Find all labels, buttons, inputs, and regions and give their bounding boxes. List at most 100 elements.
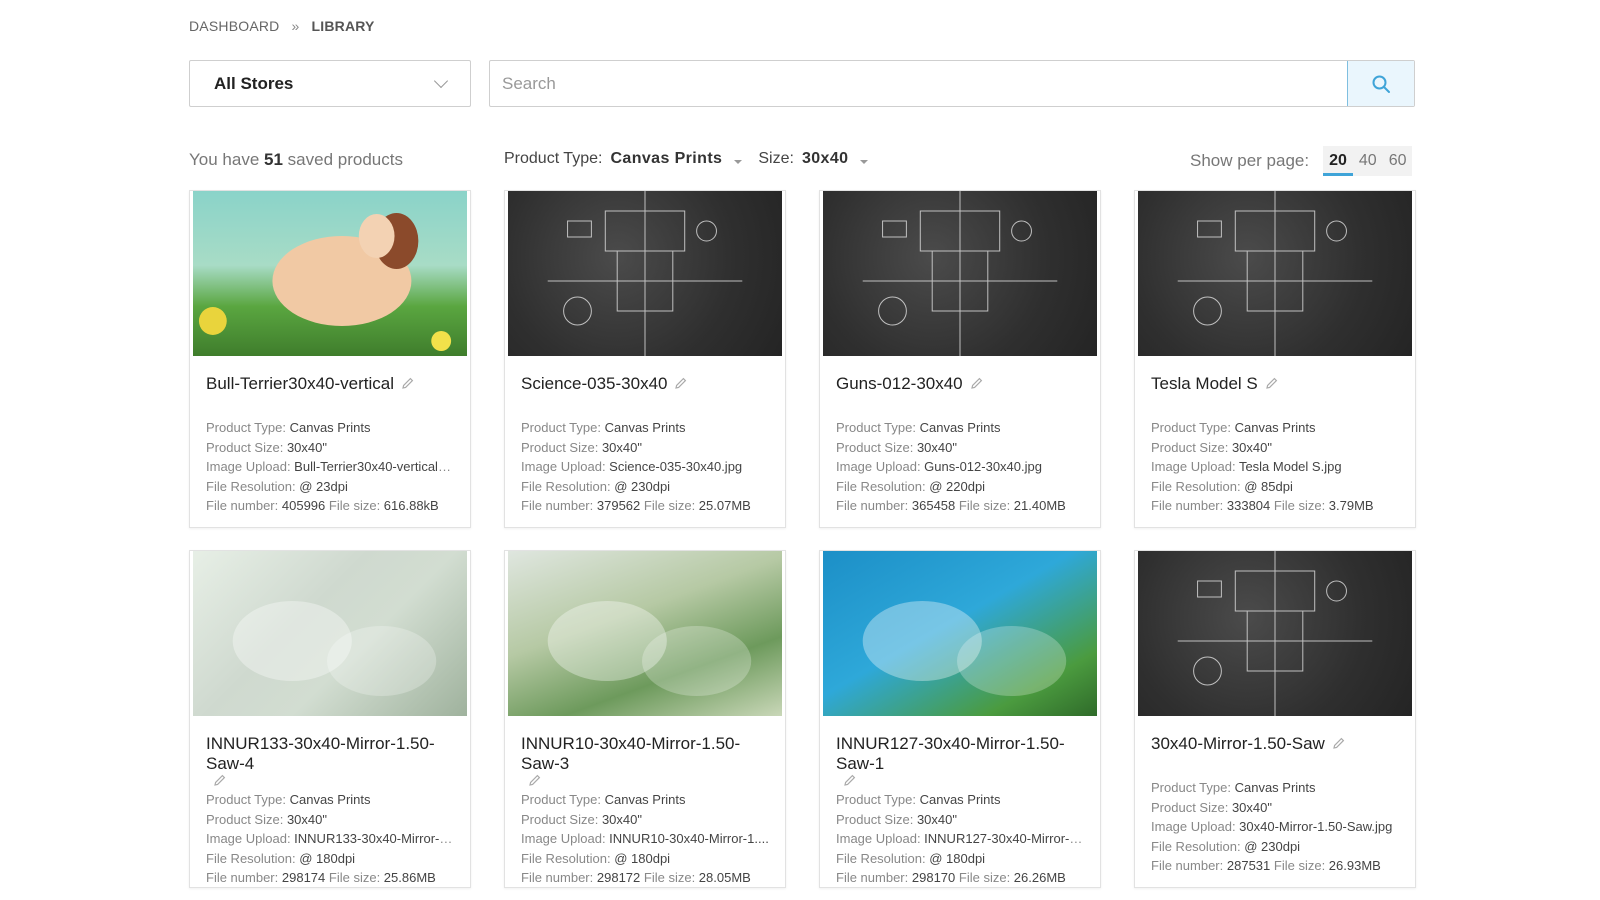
detail-filesize-label: File size: <box>1273 498 1329 513</box>
product-thumbnail[interactable] <box>505 551 785 716</box>
detail-type-label: Product Type: <box>836 420 920 435</box>
search-button[interactable] <box>1347 61 1414 106</box>
detail-upload: Image Upload: INNUR127-30x40-Mirror-1... <box>836 829 1084 849</box>
product-thumbnail[interactable] <box>1135 551 1415 716</box>
detail-resolution-label: File Resolution: <box>836 850 930 866</box>
product-image <box>508 191 782 356</box>
product-card[interactable]: Guns-012-30x40 Product Type: Canvas Prin… <box>819 190 1101 528</box>
product-title: INNUR10-30x40-Mirror-1.50-Saw-3 <box>521 734 741 773</box>
chevron-down-icon <box>433 73 449 88</box>
product-card[interactable]: INNUR133-30x40-Mirror-1.50-Saw-4 Product… <box>189 550 471 888</box>
store-select[interactable]: All Stores <box>189 60 471 107</box>
store-select-value: All Stores <box>214 73 294 93</box>
product-details: Product Type: Canvas Prints Product Size… <box>521 790 769 888</box>
product-title: INNUR133-30x40-Mirror-1.50-Saw-4 <box>206 734 435 773</box>
detail-upload-value: INNUR127-30x40-Mirror-1... <box>924 831 1084 846</box>
detail-resolution: File Resolution: @ 220dpi <box>836 477 1084 497</box>
detail-filesize-value: 3.79MB <box>1328 498 1374 513</box>
edit-pencil-icon[interactable] <box>970 377 983 389</box>
detail-type: Product Type: Canvas Prints <box>206 790 454 810</box>
product-name: Guns-012-30x40 <box>836 374 1084 394</box>
product-card[interactable]: INNUR10-30x40-Mirror-1.50-Saw-3 Product … <box>504 550 786 888</box>
detail-number-label: File number: <box>206 870 282 885</box>
product-card[interactable]: Science-035-30x40 Product Type: Canvas P… <box>504 190 786 528</box>
search-input[interactable] <box>490 61 1347 106</box>
detail-upload-value: Guns-012-30x40.jpg <box>924 459 1042 474</box>
detail-size-value: 30x40" <box>286 811 327 827</box>
detail-resolution: File Resolution: @ 23dpi <box>206 477 454 497</box>
detail-type: Product Type: Canvas Prints <box>206 418 454 438</box>
product-image <box>1138 191 1412 356</box>
product-thumbnail[interactable] <box>505 191 785 356</box>
detail-filesize-value: 26.93MB <box>1328 858 1381 873</box>
size-value: 30x40 <box>801 150 849 167</box>
detail-upload-value: Science-035-30x40.jpg <box>609 459 743 474</box>
product-grid: Bull-Terrier30x40-vertical Product Type:… <box>189 190 1416 888</box>
product-name: Science-035-30x40 <box>521 374 769 394</box>
edit-pencil-icon[interactable] <box>1333 737 1345 749</box>
detail-filesize-label: File size: <box>643 498 699 513</box>
detail-size-label: Product Size: <box>521 811 602 827</box>
detail-resolution-label: File Resolution: <box>521 478 615 494</box>
product-card[interactable]: 30x40-Mirror-1.50-Saw Product Type: Canv… <box>1134 550 1416 888</box>
detail-upload-value: Tesla Model S.jpg <box>1238 459 1342 474</box>
edit-pencil-icon[interactable] <box>675 377 687 389</box>
detail-size-label: Product Size: <box>1151 439 1232 455</box>
detail-resolution-label: File Resolution: <box>206 478 300 494</box>
detail-upload-value: Bull-Terrier30x40-vertical.j... <box>294 459 454 474</box>
detail-size-value: 30x40" <box>601 811 642 827</box>
edit-pencil-icon[interactable] <box>529 774 541 786</box>
detail-number-value: 333804 <box>1226 498 1271 513</box>
detail-upload: Image Upload: INNUR10-30x40-Mirror-1.... <box>521 829 769 849</box>
detail-size-label: Product Size: <box>206 439 287 455</box>
detail-size-label: Product Size: <box>1151 799 1232 815</box>
detail-number-label: File number: <box>1151 858 1227 873</box>
detail-size-value: 30x40" <box>1231 799 1272 815</box>
detail-size-value: 30x40" <box>1231 439 1272 455</box>
detail-number-value: 287531 <box>1226 858 1271 873</box>
edit-pencil-icon[interactable] <box>844 774 856 786</box>
product-card[interactable]: INNUR127-30x40-Mirror-1.50-Saw-1 Product… <box>819 550 1101 888</box>
edit-pencil-icon[interactable] <box>1265 377 1278 389</box>
product-details: Product Type: Canvas Prints Product Size… <box>836 418 1084 516</box>
per-page-option-60[interactable]: 60 <box>1383 146 1413 176</box>
caret-down-icon <box>860 160 869 164</box>
product-card[interactable]: Tesla Model S Product Type: Canvas Print… <box>1134 190 1416 528</box>
per-page-option-40[interactable]: 40 <box>1353 146 1383 176</box>
product-thumbnail[interactable] <box>190 551 470 716</box>
detail-resolution-value: @ 180dpi <box>929 850 986 866</box>
detail-type-value: Canvas Prints <box>1234 420 1316 435</box>
product-thumbnail[interactable] <box>820 191 1100 356</box>
detail-number-value: 379562 <box>596 498 641 513</box>
detail-filesize-label: File size: <box>328 870 384 885</box>
detail-type-label: Product Type: <box>206 420 290 435</box>
caret-down-icon <box>734 160 743 164</box>
summary-prefix: You have <box>189 150 260 169</box>
detail-size-value: 30x40" <box>916 811 957 827</box>
detail-size-value: 30x40" <box>916 439 957 455</box>
per-page-option-20[interactable]: 20 <box>1323 146 1353 176</box>
artwork-image <box>547 601 752 696</box>
detail-type-value: Canvas Prints <box>919 792 1001 807</box>
product-thumbnail[interactable] <box>190 191 470 356</box>
product-thumbnail[interactable] <box>1135 191 1415 356</box>
size-filter[interactable]: Size: 30x40 <box>758 150 869 168</box>
detail-resolution-value: @ 85dpi <box>1244 478 1293 494</box>
product-type-filter[interactable]: Product Type: Canvas Prints <box>504 150 743 168</box>
detail-number: File number: 298172 File size: 28.05MB <box>521 868 769 888</box>
search-bar <box>489 60 1415 107</box>
product-title: INNUR127-30x40-Mirror-1.50-Saw-1 <box>836 734 1065 773</box>
filters-bar: Product Type: Canvas Prints Size: 30x40 <box>504 150 869 168</box>
artwork-image <box>232 601 437 696</box>
detail-number-label: File number: <box>836 870 912 885</box>
product-card[interactable]: Bull-Terrier30x40-vertical Product Type:… <box>189 190 471 528</box>
breadcrumb-dashboard-link[interactable]: DASHBOARD <box>189 18 279 34</box>
edit-pencil-icon[interactable] <box>214 774 226 786</box>
summary-suffix: saved products <box>287 150 403 169</box>
product-thumbnail[interactable] <box>820 551 1100 716</box>
edit-pencil-icon[interactable] <box>402 377 414 389</box>
detail-filesize-value: 26.26MB <box>1013 870 1066 885</box>
detail-size-label: Product Size: <box>206 811 287 827</box>
detail-resolution: File Resolution: @ 230dpi <box>521 477 769 497</box>
search-icon <box>1372 75 1390 93</box>
